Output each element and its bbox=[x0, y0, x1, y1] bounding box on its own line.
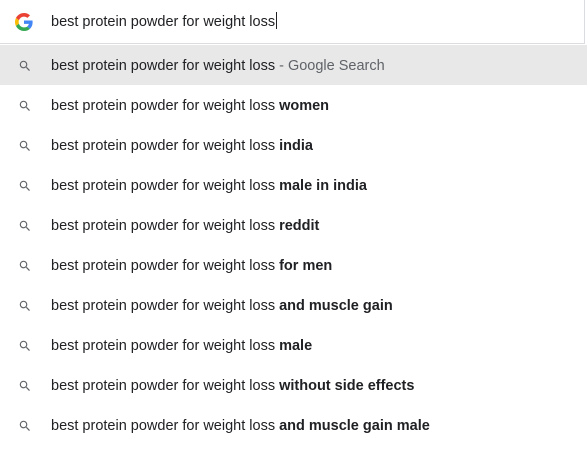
suggestion-base: best protein powder for weight loss bbox=[51, 98, 280, 114]
suggestion-completion: male bbox=[279, 338, 313, 354]
suggestion-item[interactable]: best protein powder for weight loss and … bbox=[0, 405, 587, 445]
suggestion-base: best protein powder for weight loss bbox=[51, 418, 280, 434]
search-icon bbox=[19, 180, 30, 191]
search-icon bbox=[19, 100, 30, 111]
suggestion-completion: for men bbox=[279, 258, 333, 274]
search-icon bbox=[19, 380, 30, 391]
search-icon bbox=[19, 60, 30, 71]
suggestion-completion: reddit bbox=[279, 218, 320, 234]
search-icon bbox=[19, 340, 30, 351]
search-icon bbox=[19, 260, 30, 271]
suggestion-text: best protein powder for weight loss with… bbox=[51, 376, 414, 396]
suggestion-base: best protein powder for weight loss bbox=[51, 338, 280, 354]
suggestion-item[interactable]: best protein powder for weight loss redd… bbox=[0, 205, 587, 245]
suggestion-completion: and muscle gain male bbox=[279, 418, 430, 434]
suggestion-base: best protein powder for weight loss bbox=[51, 298, 280, 314]
suggestion-text: best protein powder for weight loss and … bbox=[51, 416, 430, 436]
search-icon bbox=[19, 300, 30, 311]
suggestion-completion: india bbox=[279, 138, 313, 154]
suggestion-source: - Google Search bbox=[275, 58, 385, 74]
suggestion-text: best protein powder for weight loss wome… bbox=[51, 96, 329, 116]
suggestion-item[interactable]: best protein powder for weight loss wome… bbox=[0, 85, 587, 125]
omnibox-input-text: best protein powder for weight loss bbox=[51, 14, 276, 30]
omnibox-dropdown: best protein powder for weight loss best… bbox=[0, 0, 587, 449]
suggestion-base: best protein powder for weight loss bbox=[51, 218, 280, 234]
suggestion-item[interactable]: best protein powder for weight loss indi… bbox=[0, 125, 587, 165]
suggestion-text: best protein powder for weight loss - Go… bbox=[51, 56, 385, 76]
suggestion-completion: without side effects bbox=[279, 378, 415, 394]
google-g-icon bbox=[15, 13, 33, 31]
suggestion-base: best protein powder for weight loss bbox=[51, 378, 280, 394]
suggestion-completion: women bbox=[279, 98, 330, 114]
suggestion-text: best protein powder for weight loss indi… bbox=[51, 136, 313, 156]
suggestion-item[interactable]: best protein powder for weight loss male bbox=[0, 325, 587, 365]
suggestion-item[interactable]: best protein powder for weight loss for … bbox=[0, 245, 587, 285]
suggestion-text: best protein powder for weight loss male bbox=[51, 336, 312, 356]
suggestion-base: best protein powder for weight loss bbox=[51, 258, 280, 274]
suggestion-text: best protein powder for weight loss redd… bbox=[51, 216, 319, 236]
suggestion-base: best protein powder for weight loss bbox=[51, 178, 280, 194]
suggestion-text: best protein powder for weight loss for … bbox=[51, 256, 332, 276]
suggestion-list: best protein powder for weight loss - Go… bbox=[0, 45, 587, 445]
suggestion-completion: and muscle gain bbox=[279, 298, 393, 314]
suggestion-base: best protein powder for weight loss bbox=[51, 138, 280, 154]
suggestion-item[interactable]: best protein powder for weight loss male… bbox=[0, 165, 587, 205]
suggestion-completion: male in india bbox=[279, 178, 367, 194]
search-icon bbox=[19, 140, 30, 151]
omnibox[interactable]: best protein powder for weight loss bbox=[0, 0, 585, 44]
suggestion-base: best protein powder for weight loss bbox=[51, 58, 276, 74]
suggestion-item[interactable]: best protein powder for weight loss with… bbox=[0, 365, 587, 405]
search-icon bbox=[19, 220, 30, 231]
suggestion-text: best protein powder for weight loss and … bbox=[51, 296, 393, 316]
search-icon bbox=[19, 420, 30, 431]
omnibox-input[interactable]: best protein powder for weight loss bbox=[51, 12, 278, 32]
suggestion-item[interactable]: best protein powder for weight loss - Go… bbox=[0, 45, 587, 85]
suggestion-text: best protein powder for weight loss male… bbox=[51, 176, 367, 196]
suggestion-item[interactable]: best protein powder for weight loss and … bbox=[0, 285, 587, 325]
text-caret bbox=[276, 12, 278, 29]
